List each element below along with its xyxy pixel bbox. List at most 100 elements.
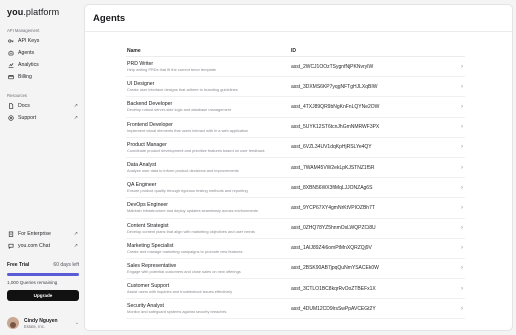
main-panel: Agents Name ID PRD Writer Help writing PR… xyxy=(84,4,513,331)
agent-id: asst_3CTLO1BC8kqrRvOoZTBEFx1X xyxy=(291,285,376,292)
agent-description: Help writing PRDs that fit the current t… xyxy=(127,67,216,73)
sidebar-item-analytics[interactable]: Analytics xyxy=(7,60,81,70)
user-menu[interactable]: Cindy Nguyen Estate, Inc. ⌄ xyxy=(7,316,81,330)
upgrade-button[interactable]: Upgrade xyxy=(7,290,79,301)
column-header-name: Name xyxy=(127,47,141,54)
agent-name-cell: Customer Support Assist users with inquir… xyxy=(126,283,291,294)
doc-icon xyxy=(7,103,14,110)
agent-description: Ensure product quality through rigorous … xyxy=(127,188,248,194)
external-link-icon: ↗ xyxy=(73,231,78,237)
chevron-right-icon: › xyxy=(461,265,463,272)
chevron-right-icon: › xyxy=(461,63,463,70)
agent-id: asst_5UYK12ST6tcnJhGmNMRWF3PX xyxy=(291,124,380,131)
header-divider xyxy=(85,31,512,32)
chevron-right-icon: › xyxy=(461,184,463,191)
sidebar-item-label: Docs xyxy=(18,103,30,109)
table-row[interactable]: QA Engineer Ensure product quality throug… xyxy=(126,178,465,199)
table-row[interactable]: Product Manager Coordinate product develo… xyxy=(126,138,465,158)
agent-description: Implement visual elements that users int… xyxy=(127,127,249,133)
chevron-right-icon: › xyxy=(461,144,463,151)
avatar xyxy=(7,317,19,329)
agent-description: Assist users with inquiries and troubles… xyxy=(127,289,233,295)
sidebar-item-enterprise[interactable]: For Enterprise ↗ xyxy=(7,229,81,239)
agent-id: asst_2BSK90AB7jpqQuNmYSACEk0W xyxy=(291,265,379,272)
sidebar-item-billing[interactable]: Billing xyxy=(7,72,81,82)
table-row[interactable]: Security Analyst Monitor and safeguard sy… xyxy=(126,299,465,320)
table-row[interactable]: DevOps Engineer Maintain infrastructure a… xyxy=(126,198,465,219)
agents-table: Name ID PRD Writer Help writing PRDs that… xyxy=(126,45,465,320)
agent-name-cell: Backend Developer Develop robust server-s… xyxy=(126,101,291,112)
sidebar: you.platform API Management API Keys Age… xyxy=(0,0,84,335)
agent-name-cell: Content Strategist Develop content plans … xyxy=(126,223,291,234)
agent-name-cell: DevOps Engineer Maintain infrastructure a… xyxy=(126,202,291,213)
section-label-api: API Management xyxy=(7,28,40,33)
agent-name-cell: UI Designer Create user interface designs… xyxy=(126,81,291,92)
chevron-right-icon: › xyxy=(461,164,463,171)
chevron-right-icon: › xyxy=(461,103,463,110)
table-row[interactable]: Data Analyst Analyze user data to inform … xyxy=(126,158,465,179)
agent-description: Create and manage marketing campaigns to… xyxy=(127,248,243,254)
table-row[interactable]: Sales Representative Engage with potentia… xyxy=(126,259,465,280)
queries-remaining: 1,000 Queries remaining xyxy=(7,280,58,285)
agent-id: asst_9YCP67XY4gmNrKtVPIOZBh7T xyxy=(291,204,375,211)
agent-description: Develop content plans that align with ma… xyxy=(127,228,255,234)
agent-id: asst_2WCJ1OOzTSygnfNjPKNvryIW xyxy=(291,63,374,70)
agent-id: asst_0ZHQ78YZ5hnmOsLWQPZCi8U xyxy=(291,225,376,232)
sidebar-item-label: you.com Chat xyxy=(18,243,51,249)
sidebar-item-agents[interactable]: Agents xyxy=(7,48,81,58)
agent-description: Create user interface designs that adher… xyxy=(127,87,238,93)
agent-name-cell: Marketing Specialist Create and manage ma… xyxy=(126,243,291,254)
help-icon xyxy=(7,115,14,122)
table-header: Name ID xyxy=(126,45,465,57)
sidebar-item-support[interactable]: Support ↗ xyxy=(7,113,81,123)
section-label-resources: Resources xyxy=(7,93,28,98)
table-row[interactable]: UI Designer Create user interface designs… xyxy=(126,77,465,98)
agent-name-cell: QA Engineer Ensure product quality throug… xyxy=(126,182,291,193)
table-row[interactable]: Backend Developer Develop robust server-s… xyxy=(126,97,465,118)
brand-logo[interactable]: you.platform xyxy=(7,7,59,17)
building-icon xyxy=(7,231,14,238)
trial-panel: Free Trial 60 days left 1,000 Queries re… xyxy=(7,262,79,301)
card-icon xyxy=(7,74,14,81)
table-row[interactable]: Frontend Developer Implement visual eleme… xyxy=(126,118,465,138)
agent-id: asst_8XBN56WX3fiMqLJJONZAg6S xyxy=(291,184,373,191)
trial-progress-fill xyxy=(7,273,79,276)
trial-days-left: 60 days left xyxy=(53,262,79,268)
page-title: Agents xyxy=(93,13,126,24)
agent-id: asst_1AIJ89Z4i6omPtMnXQRZQj9V xyxy=(291,245,372,252)
key-icon xyxy=(7,38,14,45)
agent-name-cell: PRD Writer Help writing PRDs that fit the… xyxy=(126,61,291,72)
chevron-right-icon: › xyxy=(461,204,463,211)
agent-id: asst_6VZL34UV1dqKpHjRSLYe4QY xyxy=(291,144,372,151)
table-row[interactable]: Customer Support Assist users with inquir… xyxy=(126,279,465,300)
external-link-icon: ↗ xyxy=(73,103,78,109)
external-link-icon: ↗ xyxy=(73,243,78,249)
agent-description: Develop robust server-side logic and dat… xyxy=(127,107,232,113)
sidebar-item-label: Agents xyxy=(18,50,35,56)
user-org: Estate, Inc. xyxy=(24,323,45,329)
chevron-right-icon: › xyxy=(461,83,463,90)
chat-icon xyxy=(7,243,14,250)
agent-name-cell: Data Analyst Analyze user data to inform … xyxy=(126,162,291,173)
chevron-updown-icon: ⌄ xyxy=(74,320,79,326)
agent-description: Coordinate product development and prior… xyxy=(127,147,265,153)
robot-icon xyxy=(7,50,14,57)
table-row[interactable]: PRD Writer Help writing PRDs that fit the… xyxy=(126,57,465,78)
agent-name-cell: Sales Representative Engage with potentia… xyxy=(126,263,291,274)
agent-name-cell: Product Manager Coordinate product develo… xyxy=(126,142,291,153)
sidebar-item-api-keys[interactable]: API Keys xyxy=(7,36,81,46)
table-row[interactable]: Content Strategist Develop content plans … xyxy=(126,219,465,239)
table-row[interactable]: Marketing Specialist Create and manage ma… xyxy=(126,239,465,259)
column-header-id: ID xyxy=(291,47,296,54)
chevron-right-icon: › xyxy=(461,245,463,252)
agent-description: Engage with potential customers and clos… xyxy=(127,268,241,274)
agent-description: Maintain infrastructure and deploy updat… xyxy=(127,208,258,214)
agent-id: asst_4TXJ89QR9bNgKnFnLQYNe2OW xyxy=(291,103,380,110)
sidebar-item-docs[interactable]: Docs ↗ xyxy=(7,101,81,111)
sidebar-item-chat[interactable]: you.com Chat ↗ xyxy=(7,241,81,251)
chevron-right-icon: › xyxy=(461,285,463,292)
sidebar-item-label: Billing xyxy=(18,74,32,80)
chevron-right-icon: › xyxy=(461,225,463,232)
sidebar-item-label: For Enterprise xyxy=(18,231,51,237)
sidebar-item-label: API Keys xyxy=(18,38,40,44)
